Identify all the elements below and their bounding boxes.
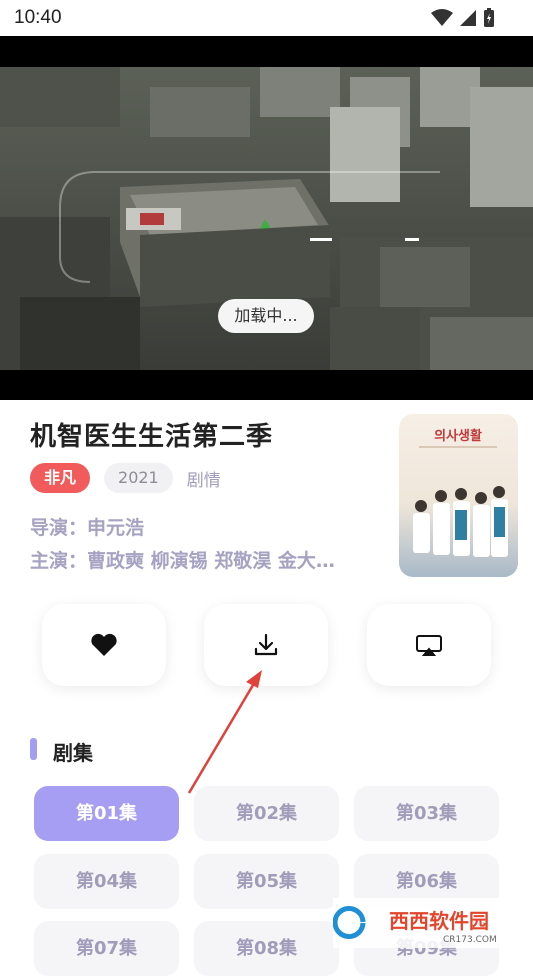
episodes-heading: 剧集	[53, 741, 93, 765]
episode-button-05[interactable]: 第05集	[194, 854, 339, 909]
episode-button-02[interactable]: 第02集	[194, 786, 339, 841]
watermark-logo: 西西软件园 CR173.COM	[332, 898, 533, 948]
episode-button-01[interactable]: 第01集	[34, 786, 179, 841]
episode-button-08[interactable]: 第08集	[194, 921, 339, 976]
svg-text:CR173.COM: CR173.COM	[443, 935, 497, 945]
section-accent-bar	[30, 738, 37, 760]
episode-button-03[interactable]: 第03集	[354, 786, 499, 841]
episode-button-04[interactable]: 第04集	[34, 854, 179, 909]
svg-text:西西软件园: 西西软件园	[389, 909, 489, 933]
episode-button-07[interactable]: 第07集	[34, 921, 179, 976]
